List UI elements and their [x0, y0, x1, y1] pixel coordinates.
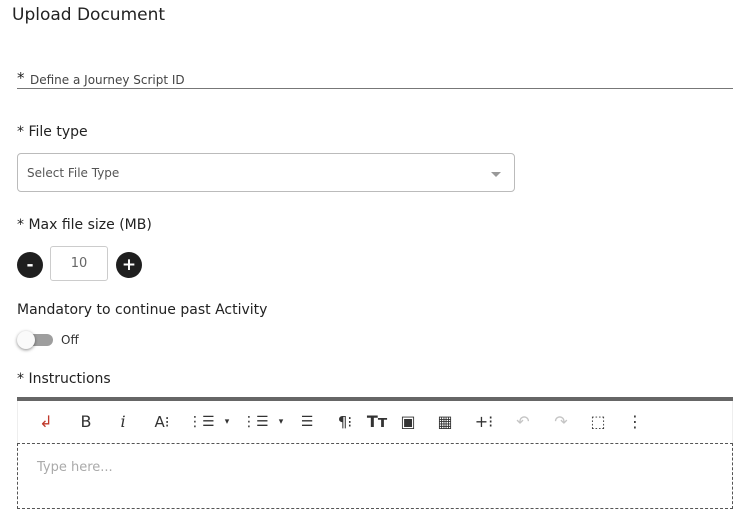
image-icon[interactable]: ▣ [398, 411, 418, 433]
mandatory-label: Mandatory to continue past Activity [17, 302, 268, 318]
max-file-size-input[interactable]: 10 [50, 246, 108, 281]
max-file-size-label: * Max file size (MB) [17, 217, 152, 233]
rich-text-editor: ↲ B i A⁝ ⋮☰ ▾ ⋮☰ ▾ ☰ ¶⁝ Tт ▣ ▦ +⁝ ↶ ↷ ⬚ … [17, 397, 733, 509]
required-marker: * [17, 69, 25, 87]
mandatory-toggle[interactable] [17, 331, 53, 349]
toggle-knob [17, 331, 35, 349]
page-title: Upload Document [12, 5, 166, 25]
italic-button[interactable]: i [114, 411, 132, 433]
file-type-label: * File type [17, 124, 88, 140]
instructions-placeholder: Type here... [37, 460, 113, 475]
decrement-button[interactable]: - [17, 252, 43, 278]
bold-button[interactable]: B [76, 411, 96, 433]
bullet-list-chevron-icon[interactable]: ▾ [276, 411, 286, 433]
bullet-list-icon[interactable]: ⋮☰ [242, 411, 269, 433]
editor-toolbar: ↲ B i A⁝ ⋮☰ ▾ ⋮☰ ▾ ☰ ¶⁝ Tт ▣ ▦ +⁝ ↶ ↷ ⬚ … [17, 401, 733, 443]
journey-script-id-field[interactable]: * Define a Journey Script ID [17, 69, 733, 89]
file-type-select[interactable]: Select File Type [17, 153, 515, 192]
ordered-list-icon[interactable]: ⋮☰ [188, 411, 215, 433]
increment-button[interactable]: + [116, 252, 142, 278]
journey-script-id-placeholder: Define a Journey Script ID [30, 73, 185, 87]
paragraph-icon[interactable]: ¶⁝ [334, 411, 356, 433]
select-all-icon[interactable]: ⬚ [588, 411, 608, 433]
chevron-down-icon [491, 172, 501, 177]
enter-icon[interactable]: ↲ [36, 411, 56, 433]
text-style-icon[interactable]: Tт [366, 411, 388, 433]
undo-icon[interactable]: ↶ [512, 411, 534, 433]
file-type-value: Select File Type [27, 166, 120, 180]
instructions-input[interactable]: Type here... [17, 443, 733, 509]
toggle-state-label: Off [61, 333, 79, 347]
align-icon[interactable]: ☰ [296, 411, 318, 433]
more-options-icon[interactable]: ⋮ [626, 411, 644, 433]
table-icon[interactable]: ▦ [434, 411, 456, 433]
insert-icon[interactable]: +⁝ [472, 411, 496, 433]
instructions-label: * Instructions [17, 371, 111, 387]
ordered-list-chevron-icon[interactable]: ▾ [222, 411, 232, 433]
redo-icon[interactable]: ↷ [550, 411, 572, 433]
font-size-icon[interactable]: A⁝ [150, 411, 174, 433]
